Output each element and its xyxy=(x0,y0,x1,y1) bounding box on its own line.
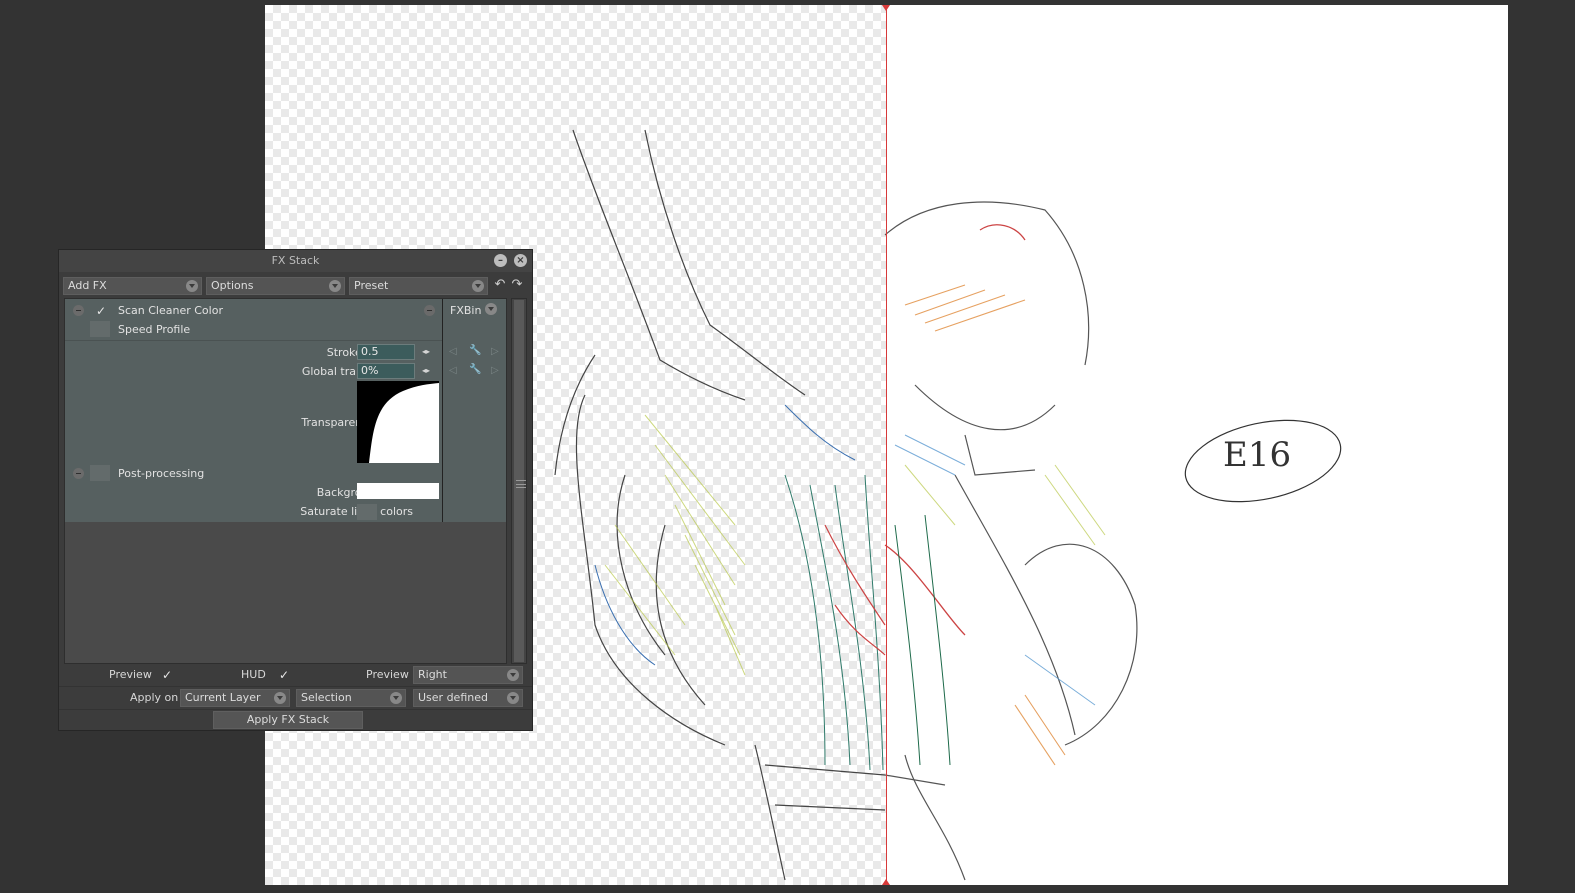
close-icon[interactable]: × xyxy=(514,254,527,267)
speed-profile-checkbox[interactable] xyxy=(90,321,110,337)
preview-label: Preview xyxy=(109,668,152,681)
post-processing-checkbox[interactable] xyxy=(90,465,110,481)
next-key-icon[interactable]: ▷ xyxy=(491,365,499,376)
prev-key-icon[interactable]: ◁ xyxy=(449,365,457,376)
redo-icon[interactable]: ↷ xyxy=(510,278,524,292)
curve-graph xyxy=(369,383,439,463)
divider xyxy=(59,686,532,687)
remove-post-processing-icon[interactable] xyxy=(73,468,84,479)
key-icon[interactable]: 🔧 xyxy=(469,364,481,375)
fx-menu-icon[interactable] xyxy=(424,305,435,316)
selection-dropdown[interactable]: Selection xyxy=(296,689,406,707)
transparency-profile-curve[interactable] xyxy=(357,381,439,463)
next-key-icon[interactable]: ▷ xyxy=(491,346,499,357)
preview-mode-label: Preview xyxy=(366,668,409,681)
undo-icon[interactable]: ↶ xyxy=(493,278,507,292)
chevron-down-icon xyxy=(485,303,497,315)
fx-enabled-check[interactable]: ✓ xyxy=(96,305,106,317)
fxbin-dropdown-arrow[interactable] xyxy=(481,303,497,317)
fx-stack-item: ✓ Scan Cleaner Color Speed Profile Strok… xyxy=(65,299,506,522)
scroll-thumb[interactable] xyxy=(514,300,526,662)
remove-fx-icon[interactable] xyxy=(73,305,84,316)
apply-on-label: Apply on xyxy=(130,691,179,704)
split-handle-bottom[interactable] xyxy=(882,879,890,885)
hud-label: HUD xyxy=(241,668,266,681)
fxbin-label: FXBin xyxy=(450,304,482,317)
panel-title: FX Stack xyxy=(271,254,320,267)
hud-check[interactable]: ✓ xyxy=(279,669,289,681)
fx-stack-list: ✓ Scan Cleaner Color Speed Profile Strok… xyxy=(64,298,507,664)
collapse-icon[interactable]: – xyxy=(494,254,507,267)
post-processing-label: Post-processing xyxy=(118,467,205,480)
spin-arrows-icon[interactable]: ◂▸ xyxy=(422,347,430,356)
apply-fx-stack-button[interactable]: Apply FX Stack xyxy=(213,711,363,729)
frame-number-text: E16 xyxy=(1223,435,1292,475)
divider xyxy=(59,709,532,710)
apply-on-dropdown[interactable]: Current Layer xyxy=(180,689,290,707)
speed-profile-label: Speed Profile xyxy=(118,323,191,336)
prev-key-icon[interactable]: ◁ xyxy=(449,346,457,357)
chevron-down-icon xyxy=(507,692,519,704)
fx-name: Scan Cleaner Color xyxy=(118,304,223,317)
grip-icon xyxy=(516,480,526,488)
options-dropdown[interactable]: Options xyxy=(206,277,345,295)
chevron-down-icon xyxy=(274,692,286,704)
chevron-down-icon xyxy=(329,280,341,292)
preview-split-line[interactable] xyxy=(886,5,887,885)
background-color-swatch[interactable] xyxy=(357,483,439,499)
chevron-down-icon xyxy=(507,669,519,681)
global-transparency-field[interactable]: 0% xyxy=(357,363,415,379)
stack-scrollbar[interactable] xyxy=(511,298,527,664)
panel-titlebar[interactable]: FX Stack – × xyxy=(59,250,532,272)
key-icon[interactable]: 🔧 xyxy=(469,345,481,356)
preview-mode-dropdown[interactable]: Right xyxy=(413,666,523,684)
chevron-down-icon xyxy=(186,280,198,292)
divider xyxy=(65,340,442,341)
chevron-down-icon xyxy=(472,280,484,292)
fx-stack-panel: FX Stack – × Add FX Options Preset ↶ ↷ ✓… xyxy=(58,249,533,731)
split-handle-top[interactable] xyxy=(882,5,890,11)
saturate-lines-checkbox[interactable] xyxy=(357,504,377,520)
stroke-intensity-field[interactable]: 0.5 xyxy=(357,344,415,360)
add-fx-dropdown[interactable]: Add FX xyxy=(63,277,202,295)
preset-dropdown[interactable]: Preset xyxy=(349,277,488,295)
preview-check[interactable]: ✓ xyxy=(162,669,172,681)
fxbin-column: FXBin ◁ 🔧 ▷ ◁ 🔧 ▷ xyxy=(443,299,506,522)
chevron-down-icon xyxy=(390,692,402,704)
spin-arrows-icon[interactable]: ◂▸ xyxy=(422,366,430,375)
user-defined-dropdown[interactable]: User defined xyxy=(413,689,523,707)
